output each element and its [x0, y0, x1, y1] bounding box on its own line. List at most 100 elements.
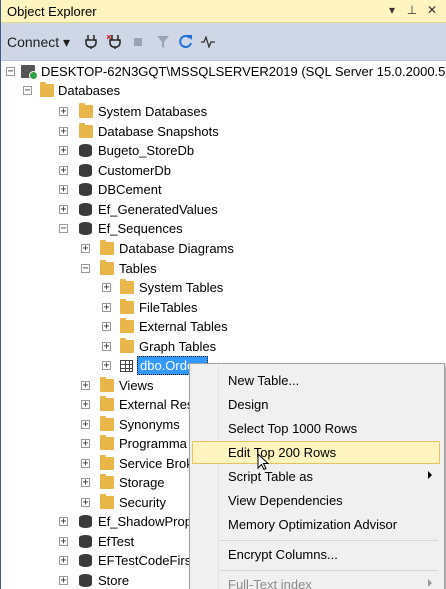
- folder-icon: [79, 123, 93, 138]
- expand-icon[interactable]: +: [59, 166, 68, 176]
- stop-icon[interactable]: [133, 37, 143, 47]
- folder-icon: [120, 299, 134, 314]
- tree-node-database-diagrams[interactable]: + Database Diagrams: [1, 239, 446, 258]
- expand-icon[interactable]: +: [81, 381, 90, 391]
- menu-item-new-table[interactable]: New Table...: [192, 369, 440, 392]
- object-explorer-toolbar: Connect ▾: [1, 23, 446, 61]
- activity-monitor-icon[interactable]: [201, 36, 215, 48]
- menu-item-view-dependencies[interactable]: View Dependencies: [192, 489, 440, 512]
- menu-item-fulltext-index[interactable]: Full-Text index: [192, 573, 440, 589]
- tree-label: Storage: [119, 475, 165, 490]
- menu-item-script-table-as[interactable]: Script Table as: [192, 465, 440, 488]
- object-explorer-window: Object Explorer ▾ ⊥ ✕ Connect ▾ − DESKTO…: [0, 0, 446, 589]
- menu-item-label: Full-Text index: [228, 577, 312, 589]
- tree-label: Security: [119, 495, 166, 510]
- collapse-icon[interactable]: −: [59, 224, 68, 234]
- object-explorer-titlebar: Object Explorer ▾ ⊥ ✕: [1, 0, 446, 23]
- database-icon: [79, 554, 92, 567]
- tree-label: Ef_Sequences: [98, 221, 183, 236]
- filter-icon[interactable]: [157, 35, 169, 49]
- expand-icon[interactable]: +: [81, 400, 90, 410]
- tree-label: Tables: [119, 261, 157, 276]
- menu-item-memory-optimization-advisor[interactable]: Memory Optimization Advisor: [192, 513, 440, 536]
- expand-icon[interactable]: +: [59, 127, 68, 137]
- menu-item-edit-top-rows[interactable]: Edit Top 200 Rows: [192, 441, 440, 464]
- database-icon: [79, 535, 92, 548]
- expand-icon[interactable]: +: [81, 439, 90, 449]
- tree-label: DBCement: [98, 182, 162, 197]
- tree-node-server[interactable]: − DESKTOP-62N3GQT\MSSQLSERVER2019 (SQL S…: [1, 62, 446, 81]
- connect-plug-icon[interactable]: [85, 35, 97, 49]
- expand-icon[interactable]: +: [59, 205, 68, 215]
- expand-icon[interactable]: +: [81, 420, 90, 430]
- folder-icon: [100, 396, 114, 411]
- folder-icon: [100, 494, 114, 509]
- connect-button[interactable]: Connect ▾: [7, 34, 70, 50]
- tree-node-db[interactable]: + DBCement: [1, 180, 446, 199]
- expand-icon[interactable]: +: [59, 107, 68, 117]
- menu-item-label: Memory Optimization Advisor: [228, 517, 398, 532]
- menu-item-design[interactable]: Design: [192, 393, 440, 416]
- tree-node-database-snapshots[interactable]: + Database Snapshots: [1, 122, 446, 141]
- expand-icon[interactable]: +: [102, 322, 111, 332]
- tree-node-db[interactable]: + Bugeto_StoreDb: [1, 141, 446, 160]
- tree-label: External Tables: [139, 319, 228, 334]
- collapse-icon[interactable]: −: [23, 86, 32, 96]
- expand-icon[interactable]: +: [59, 146, 68, 156]
- collapse-icon[interactable]: −: [81, 264, 90, 274]
- tree-label: System Databases: [98, 104, 208, 119]
- tree-label: System Tables: [139, 280, 224, 295]
- folder-icon: [100, 455, 114, 470]
- menu-item-encrypt-columns[interactable]: Encrypt Columns...: [192, 543, 440, 566]
- tree-label: Database Snapshots: [98, 124, 219, 139]
- expand-icon[interactable]: +: [59, 576, 68, 586]
- tree-label: Store: [98, 573, 130, 588]
- database-icon: [79, 574, 92, 587]
- tree-node-db[interactable]: + CustomerDb: [1, 161, 446, 180]
- expand-icon[interactable]: +: [59, 556, 68, 566]
- menu-item-label: Edit Top 200 Rows: [228, 445, 337, 460]
- menu-item-label: Design: [228, 397, 269, 412]
- folder-icon: [40, 82, 54, 97]
- dropdown-icon[interactable]: ▾: [385, 3, 399, 17]
- expand-icon[interactable]: +: [81, 244, 90, 254]
- folder-icon: [120, 279, 134, 294]
- tree-node-tables[interactable]: − Tables: [1, 259, 446, 278]
- expand-icon[interactable]: +: [59, 185, 68, 195]
- folder-icon: [100, 377, 114, 392]
- expand-icon[interactable]: +: [59, 537, 68, 547]
- expand-icon[interactable]: +: [102, 361, 111, 371]
- tree-node-system-databases[interactable]: + System Databases: [1, 102, 446, 121]
- collapse-icon[interactable]: −: [6, 67, 15, 77]
- tree-node-db-expanded[interactable]: − Ef_Sequences: [1, 219, 446, 238]
- database-icon: [79, 222, 92, 235]
- expand-icon[interactable]: +: [59, 517, 68, 527]
- menu-item-label: View Dependencies: [228, 493, 343, 508]
- menu-item-select-top-rows[interactable]: Select Top 1000 Rows: [192, 417, 440, 440]
- disconnect-icon[interactable]: [107, 35, 121, 49]
- tree-label: Synonyms: [119, 417, 180, 432]
- expand-icon[interactable]: +: [81, 459, 90, 469]
- folder-icon: [120, 318, 134, 333]
- folder-icon: [120, 338, 134, 353]
- expand-icon[interactable]: +: [102, 283, 111, 293]
- pin-icon[interactable]: ⊥: [405, 3, 419, 17]
- expand-icon[interactable]: +: [81, 478, 90, 488]
- tree-node-db[interactable]: + Ef_GeneratedValues: [1, 200, 446, 219]
- tree-node-file-tables[interactable]: + FileTables: [1, 298, 446, 317]
- server-label: DESKTOP-62N3GQT\MSSQLSERVER2019 (SQL Ser…: [41, 64, 446, 79]
- tree-label: EFTestCodeFirst: [98, 553, 195, 568]
- folder-icon: [100, 260, 114, 275]
- expand-icon[interactable]: +: [102, 342, 111, 352]
- expand-icon[interactable]: +: [102, 303, 111, 313]
- close-icon[interactable]: ✕: [425, 3, 439, 17]
- tree-node-databases[interactable]: − Databases: [1, 81, 446, 100]
- tree-label: Database Diagrams: [119, 241, 234, 256]
- expand-icon[interactable]: +: [81, 498, 90, 508]
- context-menu: New Table... Design Select Top 1000 Rows…: [189, 363, 445, 589]
- folder-icon: [100, 416, 114, 431]
- tree-node-external-tables[interactable]: + External Tables: [1, 317, 446, 336]
- refresh-icon[interactable]: [179, 34, 193, 49]
- tree-node-system-tables[interactable]: + System Tables: [1, 278, 446, 297]
- tree-node-graph-tables[interactable]: + Graph Tables: [1, 337, 446, 356]
